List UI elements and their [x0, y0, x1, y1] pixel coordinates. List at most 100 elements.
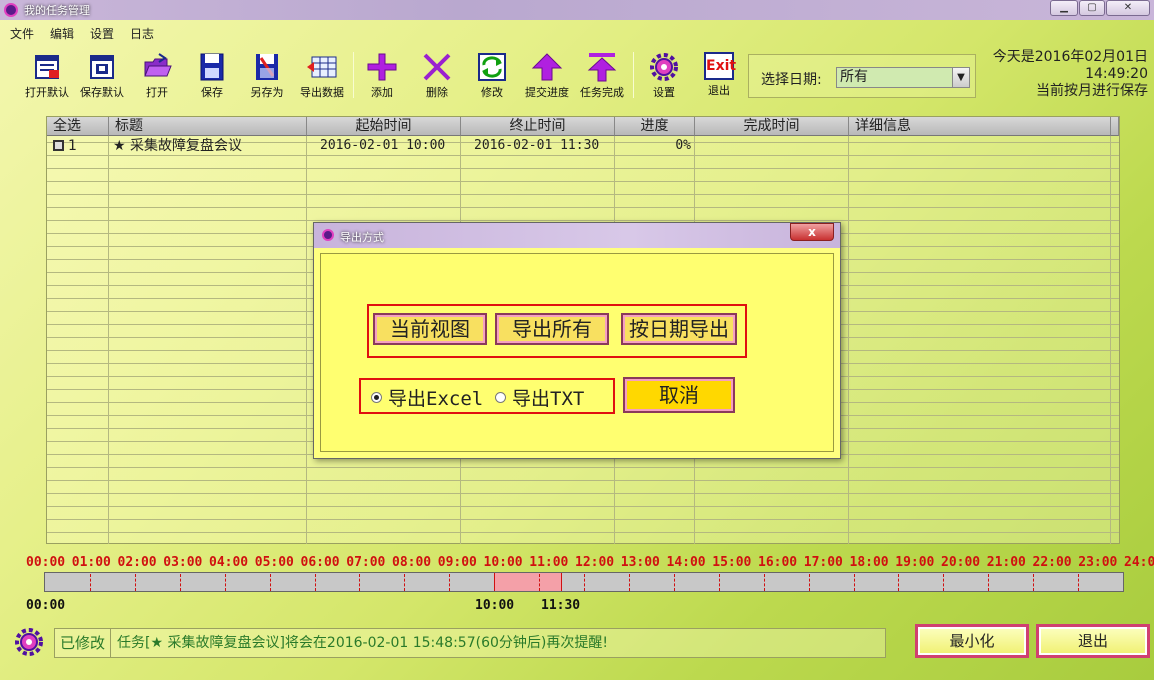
- hour-label: 02:00: [117, 555, 157, 570]
- hour-label: 01:00: [71, 555, 111, 570]
- menu-log[interactable]: 日志: [122, 25, 162, 43]
- txt-label: 导出TXT: [512, 388, 585, 410]
- menu-settings[interactable]: 设置: [82, 25, 122, 43]
- plus-icon: [366, 52, 398, 82]
- column-end[interactable]: 终止时间: [461, 117, 615, 136]
- cancel-button[interactable]: 取消: [623, 377, 735, 413]
- timeline-bar[interactable]: [44, 572, 1124, 592]
- column-done-time[interactable]: 完成时间: [695, 117, 849, 136]
- export-all-button[interactable]: 导出所有: [495, 313, 609, 345]
- modify-button[interactable]: 修改: [465, 50, 519, 100]
- hour-tick: [988, 574, 990, 591]
- export-by-date-button[interactable]: 按日期导出: [621, 313, 737, 345]
- hour-label: 10:00: [483, 555, 523, 570]
- export-data-button[interactable]: 导出数据: [295, 50, 349, 100]
- row-start: 2016-02-01 10:00: [320, 138, 446, 153]
- save-default-button[interactable]: 保存默认: [75, 50, 129, 100]
- hour-tick: [763, 574, 765, 591]
- export-table-icon: [306, 52, 338, 82]
- column-title[interactable]: 标题: [109, 117, 307, 136]
- hour-label: 21:00: [986, 555, 1026, 570]
- save-default-icon: [86, 52, 118, 82]
- hour-label: 12:00: [575, 555, 615, 570]
- settings-button[interactable]: 设置: [637, 50, 691, 100]
- export-txt-option[interactable]: 导出TXT: [495, 384, 584, 411]
- exit-toolbar-button[interactable]: Exit 退出: [692, 50, 746, 100]
- hour-label: 17:00: [803, 555, 843, 570]
- save-button[interactable]: 保存: [185, 50, 239, 100]
- open-default-label: 打开默认: [25, 86, 69, 99]
- submit-progress-button[interactable]: 提交进度: [520, 50, 574, 100]
- hour-label: 08:00: [392, 555, 432, 570]
- delete-label: 删除: [426, 86, 448, 99]
- hour-tick: [1033, 574, 1035, 591]
- column-start[interactable]: 起始时间: [307, 117, 461, 136]
- hour-label: 06:00: [300, 555, 340, 570]
- column-progress[interactable]: 进度: [615, 117, 695, 136]
- row-number: 1: [68, 138, 77, 154]
- hour-label: 03:00: [163, 555, 203, 570]
- save-as-icon: [251, 52, 283, 82]
- close-window-button[interactable]: ✕: [1106, 0, 1150, 16]
- minimize-button[interactable]: 最小化: [915, 624, 1029, 658]
- settings-label: 设置: [653, 86, 675, 99]
- column-divider: [1110, 136, 1111, 544]
- txt-radio[interactable]: [495, 392, 506, 403]
- hour-tick: [628, 574, 630, 591]
- menu-edit[interactable]: 编辑: [42, 25, 82, 43]
- maximize-window-button[interactable]: ▢: [1079, 0, 1105, 16]
- reminder-message: 任务[★ 采集故障复盘会议]将会在2016-02-01 15:48:57(60分…: [117, 635, 608, 651]
- row-select-cell: 1: [53, 137, 77, 155]
- hour-tick: [539, 574, 541, 591]
- hour-tick: [584, 574, 585, 591]
- export-excel-option[interactable]: 导出Excel: [371, 384, 483, 411]
- hour-label: 15:00: [712, 555, 752, 570]
- date-filter-value: 所有: [840, 69, 868, 85]
- dialog-app-icon: [322, 229, 334, 241]
- row-title: ★ 采集故障复盘会议: [113, 138, 243, 154]
- date-filter-select[interactable]: 所有 ▼: [836, 67, 970, 88]
- dialog-close-button[interactable]: x: [790, 223, 834, 241]
- hour-tick: [449, 574, 451, 591]
- hour-label: 20:00: [941, 555, 981, 570]
- timeline-task-end-label: 11:30: [541, 598, 581, 613]
- task-complete-button[interactable]: 任务完成: [575, 50, 629, 100]
- chevron-down-icon[interactable]: ▼: [952, 68, 969, 87]
- export-current-view-button[interactable]: 当前视图: [373, 313, 487, 345]
- hour-tick: [179, 574, 181, 591]
- menu-file[interactable]: 文件: [2, 25, 42, 43]
- task-complete-label: 任务完成: [580, 86, 624, 99]
- timeline-task-start-label: 10:00: [475, 598, 515, 613]
- hour-label: 13:00: [620, 555, 660, 570]
- open-default-icon: [31, 52, 63, 82]
- date-filter-group: 选择日期: 所有 ▼: [748, 54, 976, 98]
- exit-label: 退出: [708, 84, 730, 97]
- hour-tick: [898, 574, 900, 591]
- timeline-task-block[interactable]: [494, 573, 562, 591]
- hour-tick: [673, 574, 675, 591]
- add-button[interactable]: 添加: [355, 50, 409, 100]
- delete-button[interactable]: 删除: [410, 50, 464, 100]
- excel-radio[interactable]: [371, 392, 382, 403]
- minimize-window-button[interactable]: ▁: [1050, 0, 1078, 16]
- hour-label: 14:00: [666, 555, 706, 570]
- column-detail[interactable]: 详细信息: [849, 117, 1111, 136]
- hour-tick: [224, 574, 226, 591]
- save-as-button[interactable]: 另存为: [240, 50, 294, 100]
- add-label: 添加: [371, 86, 393, 99]
- hour-label: 18:00: [849, 555, 889, 570]
- hour-label: 11:00: [529, 555, 569, 570]
- column-select-all[interactable]: 全选: [47, 117, 109, 136]
- row-checkbox[interactable]: [53, 140, 64, 151]
- toolbar-separator: [633, 52, 634, 98]
- today-text: 今天是2016年02月01日: [992, 49, 1148, 65]
- hour-label: 07:00: [346, 555, 386, 570]
- hour-label: 09:00: [437, 555, 477, 570]
- exit-button[interactable]: 退出: [1036, 624, 1150, 658]
- open-default-button[interactable]: 打开默认: [20, 50, 74, 100]
- dialog-title-bar: 导出方式 x: [314, 223, 840, 248]
- save-mode-text: 当前按月进行保存: [1036, 83, 1148, 99]
- open-button[interactable]: 打开: [130, 50, 184, 100]
- arrow-top-icon: [586, 52, 618, 82]
- clock-text: 14:49:20: [1085, 66, 1148, 82]
